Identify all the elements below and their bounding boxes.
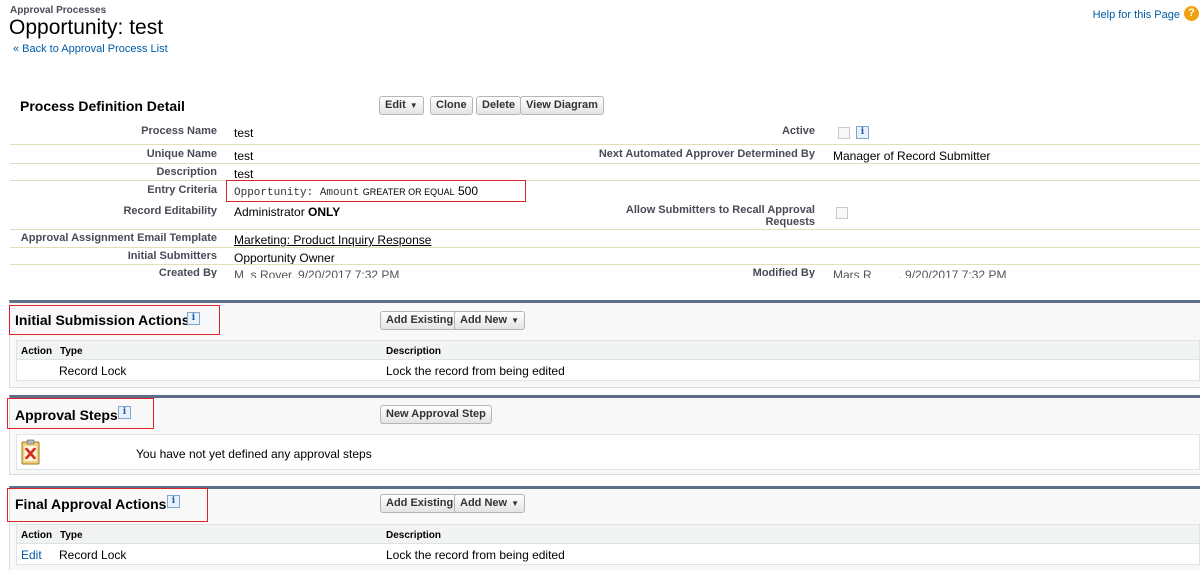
- column-description: Description: [386, 530, 442, 541]
- back-link-label: Back to Approval Process List: [22, 43, 168, 55]
- edit-dropdown-button[interactable]: Edit ▼: [379, 96, 424, 115]
- table-row: Record Lock Lock the record from being e…: [16, 360, 1200, 381]
- row-description: Lock the record from being edited: [386, 364, 565, 378]
- add-existing-button[interactable]: Add Existing: [380, 494, 460, 513]
- row-type: Record Lock: [59, 364, 127, 378]
- created-modified-row: Created By M_s Rover, 9/20/2017 7:32 PM …: [0, 266, 1200, 278]
- row-type: Record Lock: [59, 548, 127, 562]
- caret-down-icon: ▼: [511, 499, 519, 508]
- column-type: Type: [60, 346, 83, 357]
- email-template-link[interactable]: Marketing: Product Inquiry Response: [234, 233, 431, 247]
- new-approval-step-button[interactable]: New Approval Step: [380, 405, 492, 424]
- modified-by-label: Modified By: [752, 267, 815, 278]
- created-by-value: M_s Rover, 9/20/2017 7:32 PM: [234, 268, 400, 278]
- add-existing-button[interactable]: Add Existing: [380, 311, 460, 330]
- record-editability-strong: ONLY: [308, 205, 341, 219]
- initial-submission-highlight: [9, 305, 220, 335]
- active-label: Active: [781, 125, 815, 137]
- email-template-label: Approval Assignment Email Template: [20, 232, 217, 244]
- process-name-label: Process Name: [141, 125, 217, 137]
- row-edit-link[interactable]: Edit: [21, 548, 42, 562]
- allow-recall-label-line1: Allow Submitters to Recall Approval: [625, 204, 815, 216]
- edit-label: Edit: [385, 99, 406, 111]
- initial-submitters-value: Opportunity Owner: [234, 251, 335, 265]
- table-row: Edit Record Lock Lock the record from be…: [16, 544, 1200, 565]
- view-diagram-button[interactable]: View Diagram: [520, 96, 604, 115]
- description-label: Description: [156, 166, 217, 178]
- initial-submitters-label: Initial Submitters: [127, 250, 217, 262]
- process-definition-title: Process Definition Detail: [20, 98, 185, 114]
- add-new-dropdown-button[interactable]: Add New ▼: [454, 311, 525, 330]
- process-name-value: test: [234, 126, 254, 140]
- table-header: Action Type Description: [16, 340, 1200, 360]
- divider: [10, 163, 1200, 164]
- caret-down-icon: ▼: [409, 101, 418, 110]
- record-editability-label: Record Editability: [123, 205, 217, 217]
- add-new-label: Add New: [460, 314, 508, 326]
- divider: [10, 180, 1200, 181]
- column-action: Action: [21, 530, 53, 541]
- info-icon[interactable]: i: [856, 126, 869, 139]
- next-approver-label: Next Automated Approver Determined By: [598, 148, 815, 160]
- divider: [10, 144, 1200, 145]
- allow-recall-checkbox: [836, 207, 848, 219]
- unique-name-label: Unique Name: [146, 148, 217, 160]
- breadcrumb: Approval Processes: [10, 5, 107, 16]
- divider: [10, 247, 1200, 248]
- unique-name-value: test: [234, 149, 254, 163]
- column-description: Description: [386, 346, 442, 357]
- back-arrow-icon: «: [13, 43, 20, 55]
- entry-criteria-highlight: [226, 180, 526, 202]
- divider: [10, 264, 1200, 265]
- table-header: Action Type Description: [16, 524, 1200, 544]
- description-value: test: [234, 167, 254, 181]
- approval-steps-highlight: [7, 398, 154, 429]
- created-by-label: Created By: [158, 267, 217, 278]
- caret-down-icon: ▼: [511, 316, 519, 325]
- divider: [10, 229, 1200, 230]
- question-icon[interactable]: ?: [1184, 6, 1199, 21]
- email-template-value[interactable]: Marketing: Product Inquiry Response: [234, 233, 431, 247]
- modified-by-value: Mars R____, 9/20/2017 7:32 PM: [833, 268, 1007, 278]
- allow-recall-label-line2: Requests: [765, 216, 815, 228]
- add-new-label: Add New: [460, 497, 508, 509]
- clipboard-x-icon: [21, 439, 40, 465]
- back-to-list-link[interactable]: «Back to Approval Process List: [13, 43, 168, 55]
- allow-recall-label: Allow Submitters to Recall Approval Reque…: [580, 204, 815, 228]
- active-checkbox: [838, 127, 850, 139]
- record-editability-prefix: Administrator: [234, 205, 305, 219]
- page-title: Opportunity: test: [9, 16, 164, 39]
- record-editability-value: Administrator ONLY: [234, 205, 340, 219]
- empty-steps-message: You have not yet defined any approval st…: [136, 447, 372, 461]
- final-approval-highlight: [7, 488, 208, 522]
- column-type: Type: [60, 530, 83, 541]
- help-link[interactable]: Help for this Page: [1093, 9, 1180, 21]
- column-action: Action: [21, 346, 53, 357]
- row-description: Lock the record from being edited: [386, 548, 565, 562]
- next-approver-value: Manager of Record Submitter: [833, 149, 991, 163]
- add-new-dropdown-button[interactable]: Add New ▼: [454, 494, 525, 513]
- delete-button[interactable]: Delete: [476, 96, 522, 115]
- clone-button[interactable]: Clone: [430, 96, 473, 115]
- entry-criteria-label: Entry Criteria: [147, 184, 217, 196]
